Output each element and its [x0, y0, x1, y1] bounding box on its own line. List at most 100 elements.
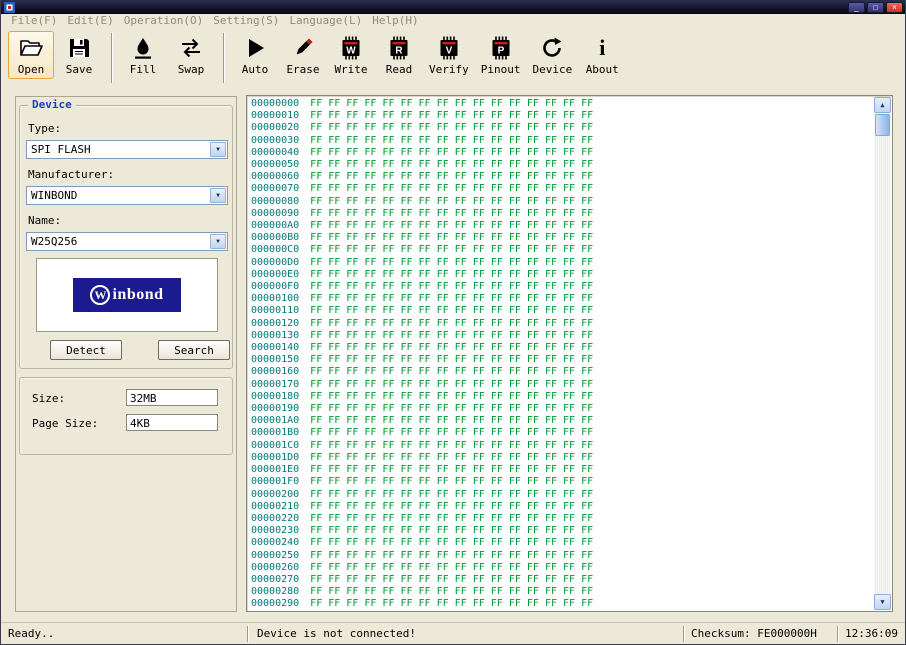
- hex-bytes[interactable]: FF FF FF FF FF FF FF FF FF FF FF FF FF F…: [310, 476, 593, 487]
- about-icon: i: [589, 35, 615, 61]
- hex-row: 00000270FF FF FF FF FF FF FF FF FF FF FF…: [251, 574, 872, 586]
- toolbar-button-read[interactable]: R Read: [376, 31, 422, 79]
- hex-bytes[interactable]: FF FF FF FF FF FF FF FF FF FF FF FF FF F…: [310, 501, 593, 512]
- toolbar-button-fill[interactable]: Fill: [120, 31, 166, 79]
- hex-scrollbar[interactable]: ▲ ▼: [874, 97, 891, 610]
- scroll-thumb[interactable]: [875, 114, 890, 136]
- hex-address: 00000210: [251, 501, 299, 512]
- hex-bytes[interactable]: FF FF FF FF FF FF FF FF FF FF FF FF FF F…: [310, 354, 593, 365]
- search-button[interactable]: Search: [158, 340, 230, 360]
- hex-bytes[interactable]: FF FF FF FF FF FF FF FF FF FF FF FF FF F…: [310, 586, 593, 597]
- hex-bytes[interactable]: FF FF FF FF FF FF FF FF FF FF FF FF FF F…: [310, 293, 593, 304]
- hex-bytes[interactable]: FF FF FF FF FF FF FF FF FF FF FF FF FF F…: [310, 281, 593, 292]
- size-field[interactable]: 32MB: [126, 389, 218, 406]
- device-icon: [539, 35, 565, 61]
- toolbar-button-verify[interactable]: V Verify: [424, 31, 474, 79]
- hex-bytes[interactable]: FF FF FF FF FF FF FF FF FF FF FF FF FF F…: [310, 452, 593, 463]
- toolbar-button-save[interactable]: Save: [56, 31, 102, 79]
- page-size-field[interactable]: 4KB: [126, 414, 218, 431]
- hex-bytes[interactable]: FF FF FF FF FF FF FF FF FF FF FF FF FF F…: [310, 562, 593, 573]
- hex-address: 00000230: [251, 525, 299, 536]
- toolbar-button-about[interactable]: i About: [579, 31, 625, 79]
- hex-editor[interactable]: 00000000FF FF FF FF FF FF FF FF FF FF FF…: [246, 95, 893, 612]
- menu-setting[interactable]: Setting(S): [208, 14, 284, 28]
- hex-bytes[interactable]: FF FF FF FF FF FF FF FF FF FF FF FF FF F…: [310, 220, 593, 231]
- toolbar-button-open[interactable]: Open: [8, 31, 54, 79]
- menu-file[interactable]: File(F): [6, 14, 62, 28]
- hex-bytes[interactable]: FF FF FF FF FF FF FF FF FF FF FF FF FF F…: [310, 391, 593, 402]
- menu-operation[interactable]: Operation(O): [119, 14, 208, 28]
- title-bar[interactable]: _ □ ×: [1, 0, 905, 14]
- scroll-down-button[interactable]: ▼: [874, 594, 891, 610]
- hex-bytes[interactable]: FF FF FF FF FF FF FF FF FF FF FF FF FF F…: [310, 537, 593, 548]
- hex-bytes[interactable]: FF FF FF FF FF FF FF FF FF FF FF FF FF F…: [310, 159, 593, 170]
- hex-bytes[interactable]: FF FF FF FF FF FF FF FF FF FF FF FF FF F…: [310, 489, 593, 500]
- hex-address: 00000250: [251, 550, 299, 561]
- hex-row: 00000140FF FF FF FF FF FF FF FF FF FF FF…: [251, 342, 872, 354]
- hex-bytes[interactable]: FF FF FF FF FF FF FF FF FF FF FF FF FF F…: [310, 379, 593, 390]
- hex-bytes[interactable]: FF FF FF FF FF FF FF FF FF FF FF FF FF F…: [310, 135, 593, 146]
- close-button[interactable]: ×: [886, 2, 903, 13]
- menu-language[interactable]: Language(L): [284, 14, 367, 28]
- hex-bytes[interactable]: FF FF FF FF FF FF FF FF FF FF FF FF FF F…: [310, 366, 593, 377]
- hex-bytes[interactable]: FF FF FF FF FF FF FF FF FF FF FF FF FF F…: [310, 269, 593, 280]
- hex-bytes[interactable]: FF FF FF FF FF FF FF FF FF FF FF FF FF F…: [310, 330, 593, 341]
- hex-grid[interactable]: 00000000FF FF FF FF FF FF FF FF FF FF FF…: [251, 98, 872, 611]
- manufacturer-select[interactable]: WINBOND ▼: [26, 186, 228, 205]
- hex-bytes[interactable]: FF FF FF FF FF FF FF FF FF FF FF FF FF F…: [310, 415, 593, 426]
- hex-bytes[interactable]: FF FF FF FF FF FF FF FF FF FF FF FF FF F…: [310, 122, 593, 133]
- name-select[interactable]: W25Q256 ▼: [26, 232, 228, 251]
- toolbar-button-write[interactable]: W Write: [328, 31, 374, 79]
- hex-address: 00000050: [251, 159, 299, 170]
- hex-address: 00000130: [251, 330, 299, 341]
- detect-button[interactable]: Detect: [50, 340, 122, 360]
- winbond-logo-circle: W: [90, 285, 110, 305]
- hex-bytes[interactable]: FF FF FF FF FF FF FF FF FF FF FF FF FF F…: [310, 257, 593, 268]
- toolbar-label: Fill: [130, 63, 157, 76]
- scroll-up-button[interactable]: ▲: [874, 97, 891, 113]
- hex-bytes[interactable]: FF FF FF FF FF FF FF FF FF FF FF FF FF F…: [310, 574, 593, 585]
- menu-edit[interactable]: Edit(E): [62, 14, 118, 28]
- hex-bytes[interactable]: FF FF FF FF FF FF FF FF FF FF FF FF FF F…: [310, 550, 593, 561]
- fill-icon: [130, 35, 156, 61]
- hex-bytes[interactable]: FF FF FF FF FF FF FF FF FF FF FF FF FF F…: [310, 110, 593, 121]
- hex-row: 00000260FF FF FF FF FF FF FF FF FF FF FF…: [251, 562, 872, 574]
- hex-row: 00000240FF FF FF FF FF FF FF FF FF FF FF…: [251, 537, 872, 549]
- menu-help[interactable]: Help(H): [367, 14, 423, 28]
- hex-bytes[interactable]: FF FF FF FF FF FF FF FF FF FF FF FF FF F…: [310, 171, 593, 182]
- hex-bytes[interactable]: FF FF FF FF FF FF FF FF FF FF FF FF FF F…: [310, 513, 593, 524]
- hex-address: 000001C0: [251, 440, 299, 451]
- winbond-logo: W inbond: [73, 278, 181, 312]
- hex-row: 000001F0FF FF FF FF FF FF FF FF FF FF FF…: [251, 476, 872, 488]
- hex-bytes[interactable]: FF FF FF FF FF FF FF FF FF FF FF FF FF F…: [310, 244, 593, 255]
- chevron-down-icon[interactable]: ▼: [210, 142, 226, 157]
- hex-address: 000000D0: [251, 257, 299, 268]
- chevron-down-icon[interactable]: ▼: [210, 234, 226, 249]
- hex-bytes[interactable]: FF FF FF FF FF FF FF FF FF FF FF FF FF F…: [310, 342, 593, 353]
- toolbar-button-erase[interactable]: Erase: [280, 31, 326, 79]
- hex-bytes[interactable]: FF FF FF FF FF FF FF FF FF FF FF FF FF F…: [310, 147, 593, 158]
- toolbar-button-pinout[interactable]: P Pinout: [476, 31, 526, 79]
- hex-bytes[interactable]: FF FF FF FF FF FF FF FF FF FF FF FF FF F…: [310, 403, 593, 414]
- hex-bytes[interactable]: FF FF FF FF FF FF FF FF FF FF FF FF FF F…: [310, 98, 593, 109]
- hex-bytes[interactable]: FF FF FF FF FF FF FF FF FF FF FF FF FF F…: [310, 208, 593, 219]
- type-select[interactable]: SPI FLASH ▼: [26, 140, 228, 159]
- toolbar-button-auto[interactable]: Auto: [232, 31, 278, 79]
- toolbar-button-device[interactable]: Device: [528, 31, 578, 79]
- hex-bytes[interactable]: FF FF FF FF FF FF FF FF FF FF FF FF FF F…: [310, 183, 593, 194]
- chevron-down-icon[interactable]: ▼: [210, 188, 226, 203]
- maximize-button[interactable]: □: [867, 2, 884, 13]
- hex-bytes[interactable]: FF FF FF FF FF FF FF FF FF FF FF FF FF F…: [310, 427, 593, 438]
- minimize-button[interactable]: _: [848, 2, 865, 13]
- toolbar-separator: [111, 33, 113, 83]
- hex-bytes[interactable]: FF FF FF FF FF FF FF FF FF FF FF FF FF F…: [310, 196, 593, 207]
- hex-bytes[interactable]: FF FF FF FF FF FF FF FF FF FF FF FF FF F…: [310, 598, 593, 609]
- hex-bytes[interactable]: FF FF FF FF FF FF FF FF FF FF FF FF FF F…: [310, 305, 593, 316]
- chip-letter: W: [346, 46, 356, 57]
- toolbar-button-swap[interactable]: Swap: [168, 31, 214, 79]
- hex-bytes[interactable]: FF FF FF FF FF FF FF FF FF FF FF FF FF F…: [310, 232, 593, 243]
- hex-bytes[interactable]: FF FF FF FF FF FF FF FF FF FF FF FF FF F…: [310, 525, 593, 536]
- hex-bytes[interactable]: FF FF FF FF FF FF FF FF FF FF FF FF FF F…: [310, 318, 593, 329]
- hex-bytes[interactable]: FF FF FF FF FF FF FF FF FF FF FF FF FF F…: [310, 440, 593, 451]
- hex-bytes[interactable]: FF FF FF FF FF FF FF FF FF FF FF FF FF F…: [310, 464, 593, 475]
